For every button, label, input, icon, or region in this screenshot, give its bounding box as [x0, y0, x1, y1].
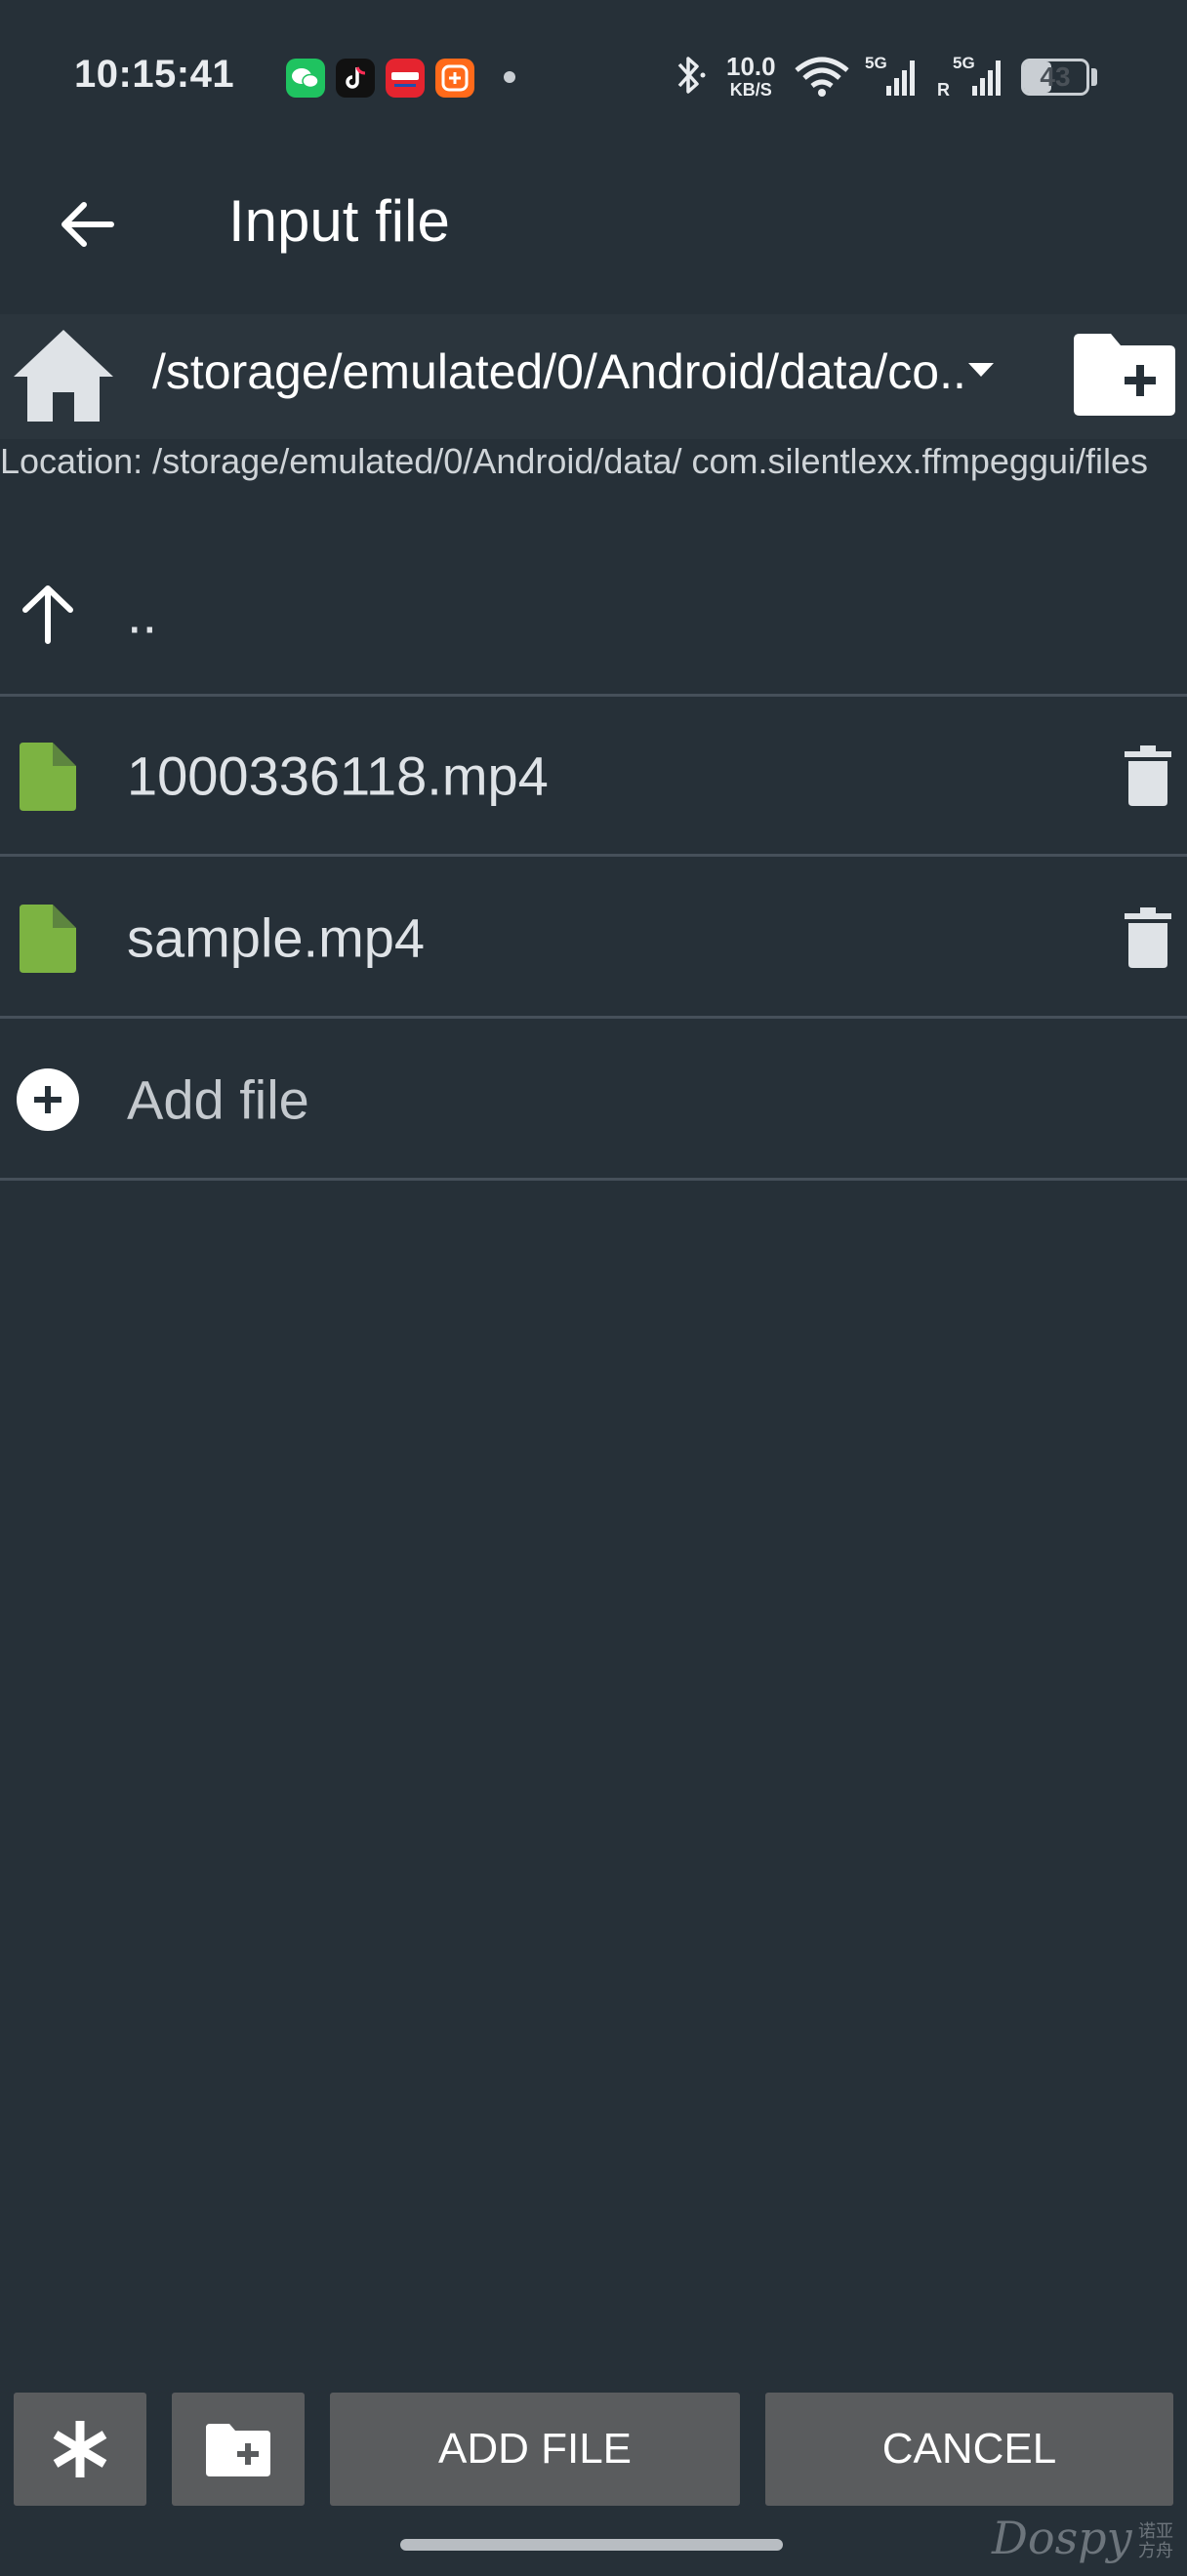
trash-icon: [1125, 906, 1171, 968]
battery-tip: [1091, 68, 1097, 86]
add-file-button[interactable]: ADD FILE: [330, 2393, 740, 2506]
back-button[interactable]: [47, 183, 129, 265]
home-indicator[interactable]: [400, 2539, 783, 2551]
asterisk-icon: [53, 2421, 107, 2477]
watermark-logo: Dospy: [992, 2512, 1132, 2564]
add-circle-icon: [14, 1063, 82, 1137]
add-file-row[interactable]: Add file: [0, 1021, 1187, 1181]
svg-text:5G: 5G: [953, 54, 975, 72]
taobao-icon: [435, 59, 474, 98]
more-notifications-dot: [504, 71, 515, 83]
file-icon: [14, 901, 82, 975]
filter-button[interactable]: [14, 2393, 146, 2506]
parent-directory-label: ..: [127, 583, 158, 644]
svg-text:5G: 5G: [865, 54, 887, 72]
path-bar: /storage/emulated/0/Android/data/co..: [0, 314, 1187, 439]
delete-button[interactable]: [1119, 904, 1177, 972]
signal-2-icon: R 5G: [935, 51, 1005, 100]
add-file-button-label: ADD FILE: [437, 2425, 633, 2473]
battery-level: 43: [1040, 61, 1071, 92]
arrow-up-icon: [14, 577, 82, 651]
battery-icon: 43: [1021, 59, 1089, 96]
arrow-left-icon: [61, 202, 114, 247]
home-button[interactable]: [6, 322, 121, 429]
location-text: Location: /storage/emulated/0/Android/da…: [0, 441, 1149, 481]
add-file-label: Add file: [127, 1068, 309, 1130]
path-dropdown[interactable]: /storage/emulated/0/Android/data/co..: [152, 343, 1031, 400]
new-folder-button[interactable]: [1070, 326, 1177, 423]
file-icon: [14, 739, 82, 813]
bluetooth-icon: [668, 51, 711, 100]
tiktok-icon: [336, 59, 375, 98]
screen: 10:15:41 10.0 KB/S 5G R 5G 43 Input file…: [0, 0, 1187, 2576]
wifi-icon: [793, 51, 851, 100]
watermark-subtext: 诺亚方舟: [1138, 2521, 1173, 2560]
folder-plus-icon: [206, 2424, 270, 2476]
parent-directory-row[interactable]: ..: [0, 533, 1187, 697]
cancel-button-label: CANCEL: [881, 2425, 1057, 2473]
signal-1-icon: 5G: [863, 51, 918, 100]
file-row[interactable]: sample.mp4: [0, 859, 1187, 1019]
file-name: 1000336118.mp4: [127, 745, 549, 806]
svg-text:R: R: [937, 80, 950, 100]
cancel-button[interactable]: CANCEL: [765, 2393, 1173, 2506]
wechat-icon: [286, 59, 325, 98]
new-folder-button-bottom[interactable]: [172, 2393, 305, 2506]
file-name: sample.mp4: [127, 906, 426, 968]
xiaohongshu-icon: [386, 59, 425, 98]
delete-button[interactable]: [1119, 742, 1177, 810]
file-row[interactable]: 1000336118.mp4: [0, 697, 1187, 857]
chevron-down-icon: [968, 363, 994, 377]
trash-icon: [1125, 745, 1171, 806]
home-icon: [14, 330, 113, 422]
folder-plus-icon: [1074, 334, 1175, 416]
network-speed: 10.0 KB/S: [726, 52, 776, 100]
app-bar: Input file: [0, 127, 1187, 312]
page-title: Input file: [228, 188, 450, 254]
status-time: 10:15:41: [74, 53, 235, 96]
status-bar: 10:15:41 10.0 KB/S 5G R 5G 43: [0, 0, 1187, 127]
